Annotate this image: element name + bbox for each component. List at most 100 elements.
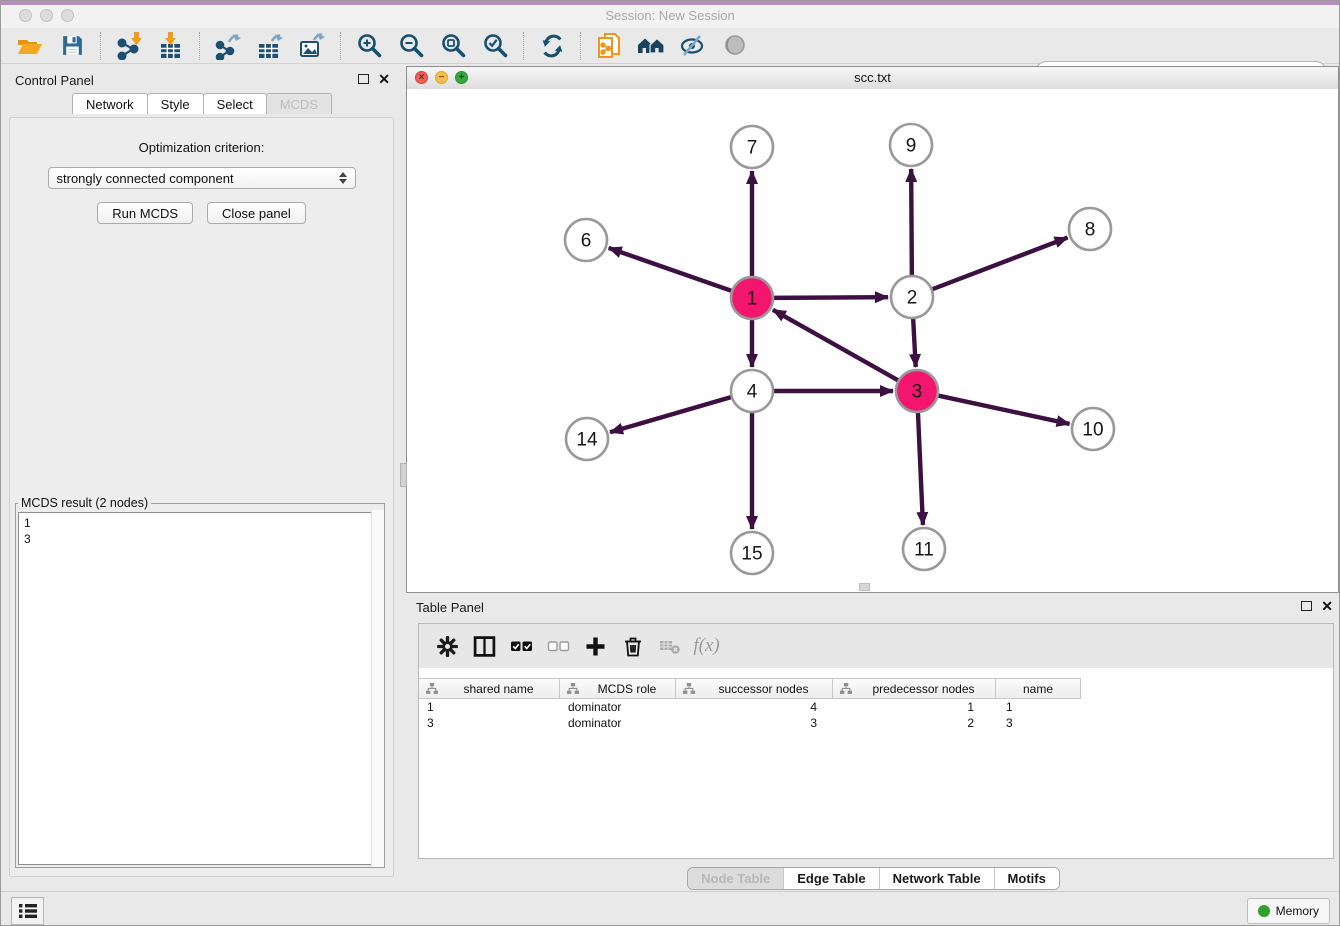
- graph-node-1[interactable]: 1: [731, 277, 773, 319]
- tab-motifs[interactable]: Motifs: [994, 868, 1059, 889]
- criterion-value: strongly connected component: [57, 171, 339, 186]
- cell-predecessor-nodes[interactable]: 2: [833, 715, 996, 731]
- add-row-button[interactable]: [577, 629, 614, 663]
- mcds-result-text[interactable]: 1 3: [18, 512, 382, 865]
- memory-button[interactable]: Memory: [1247, 898, 1330, 924]
- edge-3-10[interactable]: [938, 395, 1070, 424]
- graph-node-2[interactable]: 2: [891, 276, 933, 318]
- export-table-button[interactable]: [249, 31, 291, 61]
- eye-icon: [723, 33, 748, 58]
- svg-text:14: 14: [576, 430, 598, 451]
- split-pane-grip[interactable]: [400, 463, 407, 487]
- cell-shared-name[interactable]: 1: [419, 699, 560, 715]
- close-panel-button[interactable]: Close panel: [207, 202, 306, 224]
- tab-style[interactable]: Style: [147, 93, 204, 114]
- cell-name[interactable]: 1: [996, 699, 1081, 715]
- edge-2-3[interactable]: [913, 318, 916, 367]
- close-panel-icon[interactable]: ✕: [378, 73, 390, 85]
- network-minimize-icon[interactable]: −: [435, 71, 448, 84]
- run-mcds-button[interactable]: Run MCDS: [97, 202, 193, 224]
- tab-select[interactable]: Select: [203, 93, 267, 114]
- task-history-button[interactable]: [11, 897, 44, 925]
- graph-node-4[interactable]: 4: [731, 370, 773, 412]
- cell-successor-nodes[interactable]: 3: [676, 715, 833, 731]
- network-maximize-icon[interactable]: +: [455, 71, 468, 84]
- close-table-panel-icon[interactable]: ✕: [1321, 600, 1333, 612]
- first-neighbors-button[interactable]: [630, 31, 672, 61]
- mcds-result-box: MCDS result (2 nodes) 1 3: [15, 496, 385, 868]
- optimization-criterion-label: Optimization criterion:: [10, 140, 393, 155]
- edge-1-2[interactable]: [773, 297, 888, 298]
- zoom-fit-button[interactable]: [432, 31, 474, 61]
- export-image-icon: [298, 32, 326, 60]
- graph-node-8[interactable]: 8: [1069, 208, 1111, 250]
- edge-3-1[interactable]: [773, 310, 899, 381]
- cell-name[interactable]: 3: [996, 715, 1081, 731]
- edge-3-11[interactable]: [918, 412, 923, 525]
- graph-node-14[interactable]: 14: [566, 418, 608, 460]
- table-row[interactable]: 3 dominator 3 2 3: [419, 715, 1081, 731]
- edge-2-9[interactable]: [911, 169, 912, 276]
- column-header-name[interactable]: name: [996, 679, 1081, 698]
- float-table-panel-icon[interactable]: [1301, 601, 1312, 611]
- column-header-successor-nodes[interactable]: successor nodes: [676, 679, 833, 698]
- eye-slash-icon: [680, 33, 706, 58]
- hide-selected-button[interactable]: [672, 31, 714, 61]
- gear-icon: [436, 635, 459, 658]
- table-row[interactable]: 1 dominator 4 1 1: [419, 699, 1081, 715]
- export-image-button[interactable]: [291, 31, 333, 61]
- graph-node-11[interactable]: 11: [903, 528, 945, 570]
- import-network-button[interactable]: [108, 31, 150, 61]
- tab-edge-table[interactable]: Edge Table: [783, 868, 878, 889]
- delete-row-button[interactable]: [614, 629, 651, 663]
- network-graph[interactable]: 7 9 6 8 1 2 4 3 14 10 15 11: [407, 89, 1338, 592]
- network-canvas[interactable]: 7 9 6 8 1 2 4 3 14 10 15 11: [407, 89, 1338, 592]
- select-all-button[interactable]: [503, 629, 540, 663]
- cell-mcds-role[interactable]: dominator: [560, 699, 676, 715]
- graph-node-3[interactable]: 3: [896, 370, 938, 412]
- float-panel-icon[interactable]: [358, 74, 369, 84]
- tab-node-table[interactable]: Node Table: [688, 868, 783, 889]
- save-session-button[interactable]: [51, 31, 93, 61]
- control-panel-tabs: Network Style Select MCDS: [9, 93, 394, 114]
- tab-mcds[interactable]: MCDS: [266, 93, 332, 114]
- open-session-button[interactable]: [9, 31, 51, 61]
- attribute-icon: [840, 683, 852, 695]
- cell-successor-nodes[interactable]: 4: [676, 699, 833, 715]
- zoom-out-button[interactable]: [390, 31, 432, 61]
- cell-mcds-role[interactable]: dominator: [560, 715, 676, 731]
- new-network-from-selection-button[interactable]: [588, 31, 630, 61]
- graph-node-15[interactable]: 15: [731, 532, 773, 574]
- cell-predecessor-nodes[interactable]: 1: [833, 699, 996, 715]
- network-window-titlebar[interactable]: × − + scc.txt: [407, 67, 1338, 90]
- show-columns-button[interactable]: [466, 629, 503, 663]
- column-header-shared-name[interactable]: shared name: [419, 679, 560, 698]
- column-header-predecessor-nodes[interactable]: predecessor nodes: [833, 679, 996, 698]
- edge-1-6[interactable]: [609, 248, 733, 291]
- zoom-selected-button[interactable]: [474, 31, 516, 61]
- edge-4-14[interactable]: [610, 397, 732, 432]
- edge-2-8[interactable]: [932, 238, 1068, 290]
- canvas-resize-grip[interactable]: [859, 583, 870, 591]
- cell-shared-name[interactable]: 3: [419, 715, 560, 731]
- graph-node-9[interactable]: 9: [890, 124, 932, 166]
- optimization-criterion-select[interactable]: strongly connected component: [48, 167, 356, 189]
- deselect-all-button[interactable]: [540, 629, 577, 663]
- houses-icon: [637, 33, 666, 58]
- tab-network[interactable]: Network: [72, 93, 148, 114]
- refresh-view-button[interactable]: [531, 31, 573, 61]
- svg-text:10: 10: [1082, 420, 1103, 441]
- zoom-in-button[interactable]: [348, 31, 390, 61]
- graph-node-10[interactable]: 10: [1072, 408, 1114, 450]
- tab-network-table[interactable]: Network Table: [879, 868, 994, 889]
- graph-node-7[interactable]: 7: [731, 126, 773, 168]
- zoom-fit-icon: [440, 32, 467, 59]
- export-network-button[interactable]: [207, 31, 249, 61]
- import-table-button[interactable]: [150, 31, 192, 61]
- network-close-icon[interactable]: ×: [415, 71, 428, 84]
- show-all-button[interactable]: [714, 31, 756, 61]
- graph-node-6[interactable]: 6: [565, 219, 607, 261]
- result-scrollbar[interactable]: [371, 510, 384, 867]
- column-header-mcds-role[interactable]: MCDS role: [560, 679, 676, 698]
- table-settings-button[interactable]: [429, 629, 466, 663]
